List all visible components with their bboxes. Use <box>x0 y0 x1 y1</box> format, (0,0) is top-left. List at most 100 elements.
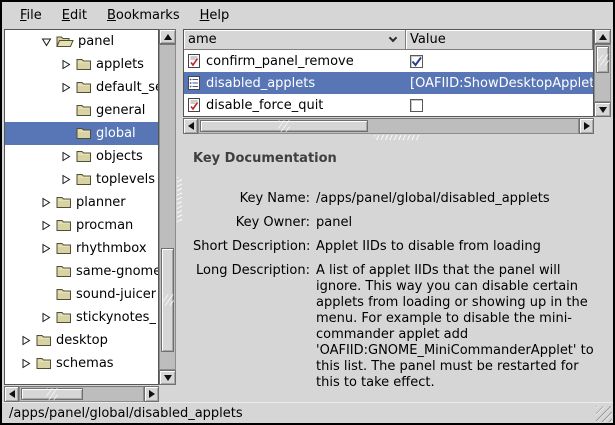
tree-vertical-scrollbar[interactable] <box>159 29 176 385</box>
left-arrow-icon <box>188 122 194 130</box>
expander-collapsed-icon[interactable] <box>39 197 53 209</box>
key-row-confirm-panel-remove[interactable]: confirm_panel_remove <box>184 50 593 72</box>
menu-item-edit[interactable]: Edit <box>52 6 97 25</box>
key-list-vscroll-thumb[interactable] <box>596 46 609 73</box>
folder-icon <box>36 334 52 347</box>
tree-item-label: same-gnome <box>76 264 158 279</box>
expander-collapsed-icon[interactable] <box>59 151 73 163</box>
expander-spacer <box>39 266 53 278</box>
tree-item-general[interactable]: general <box>5 99 158 122</box>
tree-hscroll-thumb[interactable] <box>21 388 83 400</box>
tree-item-label: schemas <box>56 356 114 371</box>
tree-item-sound-juicer[interactable]: sound-juicer <box>5 283 158 306</box>
tree-item-desktop[interactable]: desktop <box>5 329 158 352</box>
gconf-editor-window: FileEditBookmarksHelp panel appletsdefaul… <box>0 0 615 425</box>
expander-spacer <box>39 289 53 301</box>
key-row-disable-force-quit[interactable]: disable_force_quit <box>184 94 593 116</box>
folder-icon <box>56 288 72 301</box>
tree-item-toplevels[interactable]: toplevels <box>5 168 158 191</box>
expander-collapsed-icon[interactable] <box>19 335 33 347</box>
expander-collapsed-icon[interactable] <box>59 174 73 186</box>
tree-item-procman[interactable]: procman <box>5 214 158 237</box>
expander-spacer <box>59 128 73 140</box>
menu-item-help[interactable]: Help <box>190 6 240 25</box>
status-path-text: /apps/panel/global/disabled_applets <box>9 406 243 421</box>
column-header-value[interactable]: Value <box>406 30 593 50</box>
folder-icon <box>76 58 92 71</box>
scroll-up-button[interactable] <box>594 29 611 44</box>
key-list-scrollwindow: ame Value confirm_panel_remove disabled_a… <box>183 29 611 134</box>
tree-scrollwindow: panel appletsdefault_segeneralglobal objec… <box>4 29 176 385</box>
tree-item-stickynotes[interactable]: stickynotes_ <box>5 306 158 329</box>
tree-vscroll-thumb[interactable] <box>161 248 174 352</box>
scroll-up-button[interactable] <box>159 29 176 44</box>
resize-grip[interactable] <box>596 406 612 422</box>
scroll-right-button[interactable] <box>144 386 159 402</box>
key-pane: ame Value confirm_panel_remove disabled_a… <box>183 29 611 402</box>
key-value-cell <box>406 55 593 68</box>
menu-item-file[interactable]: File <box>10 6 52 25</box>
key-list-hscroll-track[interactable] <box>198 118 579 134</box>
tree-pane: panel appletsdefault_segeneralglobal objec… <box>4 29 176 402</box>
open-folder-icon <box>56 35 74 48</box>
key-list-vertical-scrollbar[interactable] <box>594 29 611 117</box>
status-bar: /apps/panel/global/disabled_applets <box>2 402 613 423</box>
tree-item-planner[interactable]: planner <box>5 191 158 214</box>
scroll-down-button[interactable] <box>159 370 176 385</box>
folder-icon <box>56 196 72 209</box>
expander-expanded-icon[interactable] <box>39 36 53 48</box>
doc-field-label-short-description: Short Description: <box>193 239 310 255</box>
menu-bar: FileEditBookmarksHelp <box>2 2 613 28</box>
up-arrow-icon <box>599 34 607 40</box>
vertical-pane-splitter[interactable] <box>176 29 183 402</box>
key-name-cell: confirm_panel_remove <box>184 54 406 69</box>
value-checkbox-checked[interactable] <box>410 55 423 68</box>
tree-vscroll-track[interactable] <box>159 44 176 370</box>
tree-horizontal-scrollbar[interactable] <box>4 386 159 402</box>
right-arrow-icon <box>584 122 590 130</box>
tree-item-panel[interactable]: panel <box>5 30 158 53</box>
column-header-name[interactable]: ame <box>184 30 406 50</box>
tree-item-schemas[interactable]: schemas <box>5 352 158 375</box>
value-checkbox-unchecked[interactable] <box>410 99 423 112</box>
key-value-cell <box>406 99 593 112</box>
menu-item-bookmarks[interactable]: Bookmarks <box>97 6 190 25</box>
tree-item-objects[interactable]: objects <box>5 145 158 168</box>
tree-view[interactable]: panel appletsdefault_segeneralglobal objec… <box>4 29 159 385</box>
key-list-hscroll-thumb[interactable] <box>200 120 368 132</box>
doc-title: Key Documentation <box>193 151 607 166</box>
expander-collapsed-icon[interactable] <box>39 312 53 324</box>
tree-item-same-gnome[interactable]: same-gnome <box>5 260 158 283</box>
expander-collapsed-icon[interactable] <box>19 358 33 370</box>
tree-hscroll-track[interactable] <box>19 386 144 402</box>
bool-key-icon <box>187 98 201 112</box>
tree-item-rhythmbox[interactable]: rhythmbox <box>5 237 158 260</box>
folder-icon <box>56 242 72 255</box>
key-list-header: ame Value <box>184 30 593 50</box>
key-row-disabled-applets[interactable]: disabled_applets[OAFIID:ShowDesktopApple… <box>184 72 593 94</box>
key-name-cell: disable_force_quit <box>184 98 406 113</box>
scroll-down-button[interactable] <box>594 102 611 117</box>
key-documentation-panel: Key Documentation Key Name:/apps/panel/g… <box>183 141 611 402</box>
tree-item-label: objects <box>96 149 143 164</box>
expander-collapsed-icon[interactable] <box>59 59 73 71</box>
expander-collapsed-icon[interactable] <box>39 243 53 255</box>
expander-collapsed-icon[interactable] <box>39 220 53 232</box>
scroll-right-button[interactable] <box>579 118 594 134</box>
expander-collapsed-icon[interactable] <box>59 82 73 94</box>
tree-item-applets[interactable]: applets <box>5 53 158 76</box>
scroll-left-button[interactable] <box>4 386 19 402</box>
key-value-cell: [OAFIID:ShowDesktopApplet] <box>406 76 593 91</box>
scroll-left-button[interactable] <box>183 118 198 134</box>
tree-item-default-se[interactable]: default_se <box>5 76 158 99</box>
tree-item-global[interactable]: global <box>5 122 158 145</box>
key-name-label: confirm_panel_remove <box>206 54 354 69</box>
doc-field-label-key-owner: Key Owner: <box>193 215 310 231</box>
folder-icon <box>76 81 92 94</box>
sort-indicator-icon <box>389 34 397 42</box>
horizontal-pane-splitter[interactable] <box>183 134 611 141</box>
tree-item-label: panel <box>78 34 114 49</box>
key-list-vscroll-track[interactable] <box>594 44 611 102</box>
key-list-horizontal-scrollbar[interactable] <box>183 118 594 134</box>
value-column-label: Value <box>410 32 446 47</box>
